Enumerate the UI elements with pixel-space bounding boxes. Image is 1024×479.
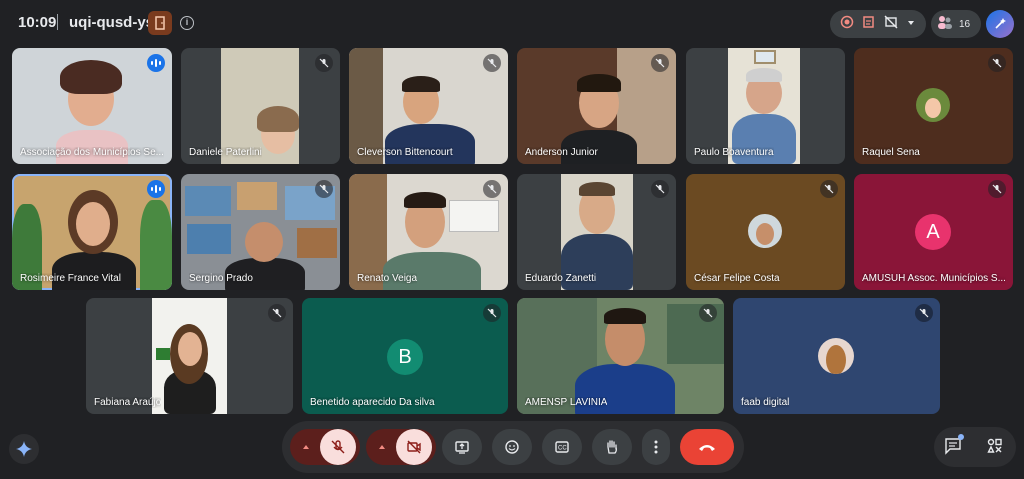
chevron-up-icon[interactable] — [370, 429, 394, 465]
participant-count: 16 — [959, 18, 971, 30]
participant-name: Anderson Junior — [525, 147, 598, 158]
participant-name: AMENSP LAVINIA — [525, 397, 608, 408]
top-bar: 10:09 uqi-qusd-ysj i 16 — [0, 0, 1024, 44]
participant-tile[interactable]: Associação dos Municípios Se... — [12, 48, 172, 164]
participant-name: Associação dos Municípios Se... — [20, 147, 164, 158]
participant-tile[interactable]: B Benetido aparecido Da silva — [302, 298, 508, 414]
door-icon[interactable] — [148, 11, 172, 35]
participant-avatar — [748, 214, 782, 248]
gemini-icon[interactable] — [9, 434, 39, 464]
participant-tile[interactable]: AMENSP LAVINIA — [517, 298, 724, 414]
mic-off-icon — [915, 304, 933, 322]
participant-tile[interactable]: Rosimeire France Vital — [12, 174, 172, 290]
clock: 10:09 — [18, 14, 57, 31]
camera-off-icon[interactable] — [396, 429, 432, 465]
participant-avatar — [916, 88, 950, 122]
mic-off-icon — [988, 54, 1006, 72]
participant-name: faab digital — [741, 397, 790, 408]
present-screen-icon[interactable] — [442, 429, 482, 465]
participant-tile[interactable]: Paulo Boaventura — [686, 48, 845, 164]
mic-off-icon — [268, 304, 286, 322]
speaking-indicator-icon — [147, 180, 165, 198]
record-icon[interactable] — [840, 15, 854, 34]
mic-off-icon — [315, 180, 333, 198]
participant-name: Benetido aparecido Da silva — [310, 397, 435, 408]
avatar-initial: B — [398, 345, 412, 368]
people-icon — [937, 15, 953, 34]
mic-off-icon — [483, 54, 501, 72]
side-panel-controls — [934, 427, 1016, 467]
participant-name: Cleverson Bittencourt — [357, 147, 453, 158]
divider — [57, 14, 58, 30]
participant-tile[interactable]: Fabiana Araújo — [86, 298, 293, 414]
participant-avatar: B — [387, 339, 423, 375]
participant-tile[interactable]: Anderson Junior — [517, 48, 676, 164]
presentation-off-icon[interactable] — [884, 15, 898, 34]
participant-tile[interactable]: Eduardo Zanetti — [517, 174, 676, 290]
call-controls: CC — [282, 421, 744, 473]
svg-text:CC: CC — [558, 446, 567, 452]
hangup-icon[interactable] — [680, 429, 734, 465]
participant-tile[interactable]: Raquel Sena — [854, 48, 1013, 164]
participant-tile[interactable]: César Felipe Costa — [686, 174, 845, 290]
participant-name: Sergino Prado — [189, 273, 253, 284]
chevron-down-icon[interactable] — [906, 15, 916, 33]
participant-tile[interactable]: A AMUSUH Assoc. Municípios S... — [854, 174, 1013, 290]
participant-tile[interactable]: Cleverson Bittencourt — [349, 48, 508, 164]
participant-name: Daniele Paterlini — [189, 147, 262, 158]
participant-tile[interactable]: Sergino Prado — [181, 174, 340, 290]
mic-off-icon — [988, 180, 1006, 198]
info-icon[interactable]: i — [180, 16, 194, 30]
participant-name: Renato Veiga — [357, 273, 418, 284]
mic-off-icon — [483, 180, 501, 198]
mic-off-icon — [651, 54, 669, 72]
mic-off-icon — [699, 304, 717, 322]
mic-off-icon — [820, 180, 838, 198]
avatar-initial: A — [926, 220, 940, 243]
participant-tile[interactable]: Renato Veiga — [349, 174, 508, 290]
more-vert-icon[interactable] — [642, 429, 670, 465]
mic-off-icon — [315, 54, 333, 72]
meeting-code: uqi-qusd-ysj — [69, 14, 159, 31]
mic-off-icon[interactable] — [320, 429, 356, 465]
people-button[interactable]: 16 — [931, 10, 981, 38]
raise-hand-icon[interactable] — [592, 429, 632, 465]
participant-tile[interactable]: Daniele Paterlini — [181, 48, 340, 164]
emoji-icon[interactable] — [492, 429, 532, 465]
speaking-indicator-icon — [147, 54, 165, 72]
recording-controls — [830, 10, 926, 38]
participant-video — [152, 298, 227, 414]
chevron-up-icon[interactable] — [294, 429, 318, 465]
participant-name: Eduardo Zanetti — [525, 273, 597, 284]
participant-name: Paulo Boaventura — [694, 147, 774, 158]
chat-icon[interactable] — [944, 437, 962, 460]
chat-notification-dot — [958, 434, 964, 440]
participant-avatar: A — [915, 214, 951, 250]
captions-icon[interactable]: CC — [542, 429, 582, 465]
participant-name: Rosimeire France Vital — [20, 273, 121, 284]
participant-name: César Felipe Costa — [694, 273, 780, 284]
activities-icon[interactable] — [986, 437, 1004, 460]
participant-tile[interactable]: faab digital — [733, 298, 940, 414]
mic-off-icon — [483, 304, 501, 322]
participant-name: Raquel Sena — [862, 147, 920, 158]
mic-off-icon — [651, 180, 669, 198]
ai-magic-icon[interactable] — [986, 10, 1014, 38]
participant-name: Fabiana Araújo — [94, 397, 162, 408]
participant-avatar — [818, 338, 854, 374]
participant-name: AMUSUH Assoc. Municípios S... — [862, 273, 1006, 284]
notes-icon[interactable] — [862, 15, 876, 34]
